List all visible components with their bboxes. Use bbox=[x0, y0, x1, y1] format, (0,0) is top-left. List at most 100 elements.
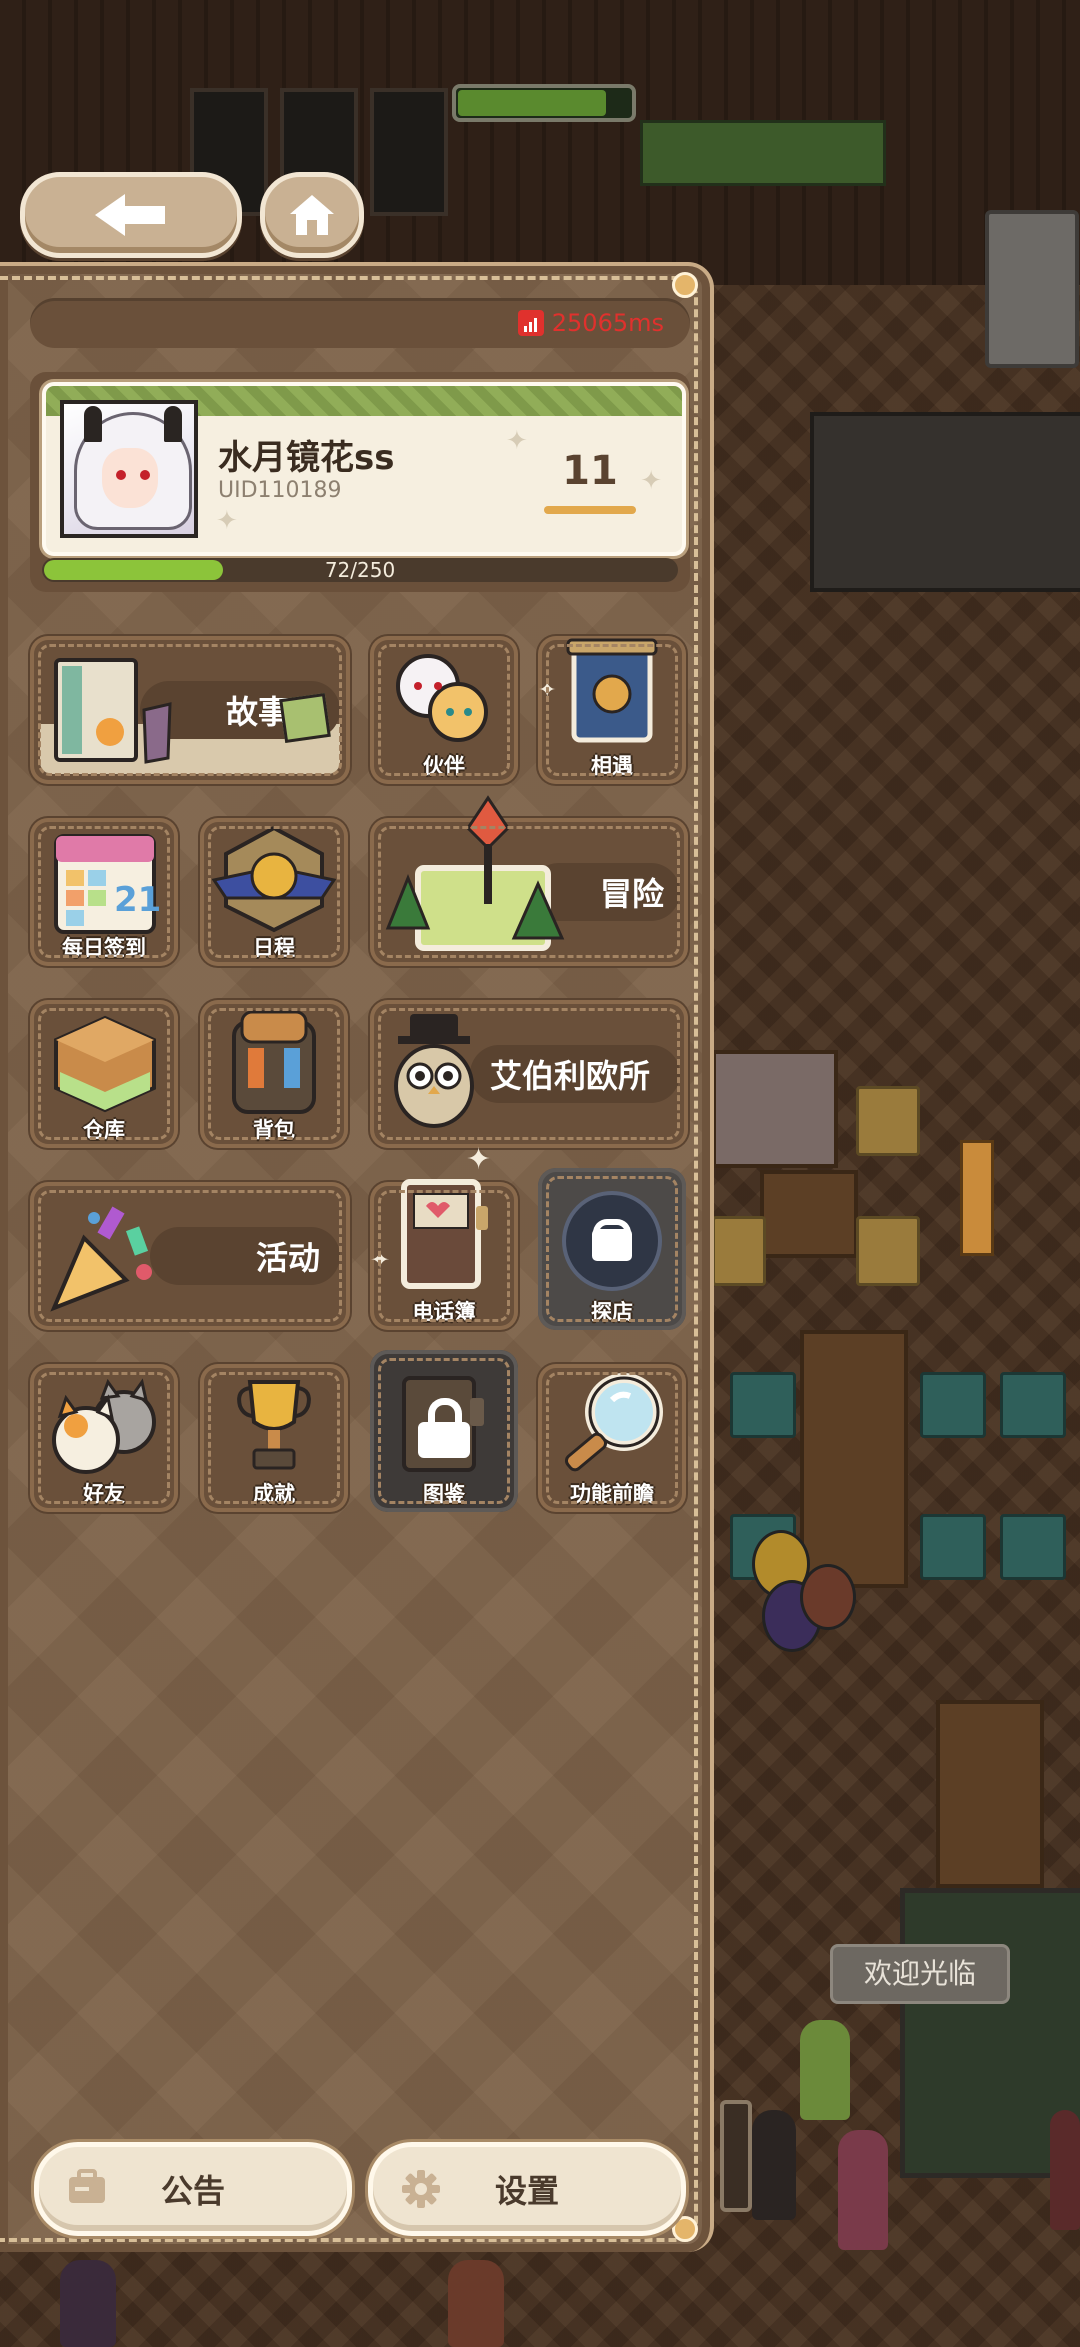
panel-collapse-handle[interactable] bbox=[720, 2100, 752, 2212]
ping-value: 25065ms bbox=[551, 309, 664, 337]
cafe-chair bbox=[1000, 1372, 1066, 1438]
announcement-label: 公告 bbox=[160, 2172, 225, 2210]
story-tile[interactable]: 故事 bbox=[30, 636, 350, 784]
sparkle-icon: ✦ bbox=[370, 1246, 391, 1274]
welcome-speech-bubble: 欢迎光临 bbox=[830, 1944, 1010, 2004]
cafe-chair bbox=[856, 1086, 920, 1156]
level-underline bbox=[544, 506, 636, 514]
adventure-tile[interactable]: 冒险 bbox=[370, 795, 688, 966]
partner-tile[interactable]: 伙伴 bbox=[370, 636, 518, 784]
green-card-icon bbox=[279, 693, 331, 743]
partner-label: 伙伴 bbox=[423, 754, 465, 778]
encounter-banner-icon bbox=[566, 638, 658, 743]
achievements-label: 成就 bbox=[253, 1482, 295, 1506]
phonebook-icon bbox=[401, 1179, 488, 1289]
activity-tile[interactable]: 活动 bbox=[30, 1182, 350, 1330]
player-name: 水月镜花ss bbox=[218, 438, 395, 478]
player-profile[interactable]: 水月镜花ss UID110189 ✦ ✦ ✦ 11 72/250 bbox=[30, 372, 690, 592]
xp-progress-bar: 72/250 bbox=[42, 558, 678, 582]
washing-machine bbox=[985, 210, 1079, 368]
cafe-chair bbox=[712, 1216, 766, 1286]
adventure-map-pinwheel-icon bbox=[385, 795, 565, 951]
backpack-icon bbox=[232, 1010, 316, 1114]
book-cat-icon bbox=[54, 658, 172, 764]
wall-clock-sign bbox=[712, 1050, 838, 1168]
partner-characters-icon bbox=[396, 654, 488, 742]
balloon bbox=[800, 1564, 856, 1630]
party-popper-icon bbox=[50, 1206, 152, 1312]
backpack-label: 背包 bbox=[253, 1118, 295, 1142]
warehouse-crate-icon bbox=[54, 1015, 156, 1113]
scene-progress-bar bbox=[452, 84, 636, 122]
sparkle-icon: ✦ bbox=[466, 1142, 492, 1177]
owl-detective-icon bbox=[394, 1014, 474, 1128]
ping-indicator: 25065ms bbox=[517, 298, 664, 348]
gear-icon bbox=[402, 2170, 440, 2208]
home-icon bbox=[290, 195, 334, 235]
lock-icon bbox=[414, 1397, 474, 1458]
magnifier-icon bbox=[564, 1373, 663, 1472]
adventure-label: 冒险 bbox=[600, 875, 665, 913]
daily-signin-label: 每日签到 bbox=[62, 936, 146, 960]
settings-label: 设置 bbox=[494, 2172, 559, 2210]
warehouse-tile[interactable]: 仓库 bbox=[30, 1000, 178, 1148]
home-button[interactable] bbox=[260, 172, 364, 258]
npc-character bbox=[1050, 2110, 1080, 2230]
gallery-tile-locked[interactable]: 图鉴 bbox=[370, 1350, 518, 1512]
explore-shop-tile-locked[interactable]: 探店 bbox=[538, 1168, 686, 1330]
phonebook-tile[interactable]: ✦ ✦ 电话簿 bbox=[370, 1142, 518, 1330]
cafe-chair bbox=[856, 1216, 920, 1286]
settings-button[interactable]: 设置 bbox=[368, 2142, 686, 2236]
sparkle-icon: ✦ bbox=[538, 678, 557, 703]
office-label: 艾伯利欧所 bbox=[490, 1057, 651, 1095]
avatar[interactable] bbox=[60, 400, 198, 538]
schedule-medal-icon bbox=[212, 825, 336, 933]
cafe-chair bbox=[730, 1372, 796, 1438]
long-table bbox=[800, 1330, 908, 1588]
xp-text: 72/250 bbox=[324, 558, 396, 582]
sparkle-icon: ✦ bbox=[640, 466, 662, 496]
sparkle-icon: ✦ bbox=[216, 506, 238, 536]
panel-corner-decoration bbox=[672, 272, 698, 298]
cafe-chair bbox=[920, 1514, 986, 1580]
activity-label: 活动 bbox=[256, 1239, 321, 1277]
announcement-button[interactable]: 公告 bbox=[34, 2142, 352, 2236]
bookshelf bbox=[936, 1700, 1044, 1888]
lock-icon-body bbox=[592, 1228, 632, 1261]
daily-signin-tile[interactable]: 21 每日签到 bbox=[30, 818, 178, 966]
wall-poster bbox=[370, 88, 448, 216]
achievements-tile[interactable]: 成就 bbox=[200, 1364, 348, 1512]
signal-bars-icon bbox=[517, 310, 544, 336]
profile-card[interactable]: 水月镜花ss UID110189 ✦ ✦ ✦ 11 bbox=[42, 382, 686, 556]
feature-preview-label: 功能前瞻 bbox=[570, 1482, 654, 1506]
wall-shelf bbox=[640, 120, 886, 186]
network-status-bar: 25065ms bbox=[30, 298, 690, 348]
back-button[interactable] bbox=[20, 172, 242, 258]
npc-character bbox=[448, 2260, 504, 2347]
encounter-label: 相遇 bbox=[591, 754, 633, 778]
cafe-table bbox=[760, 1170, 858, 1258]
trophy-icon bbox=[237, 1380, 311, 1470]
cafe-chair bbox=[1000, 1514, 1066, 1580]
briefcase-icon bbox=[69, 2169, 105, 2203]
friends-label: 好友 bbox=[83, 1482, 125, 1506]
npc-character bbox=[800, 2020, 850, 2120]
kitchen-counter bbox=[810, 412, 1080, 592]
schedule-tile[interactable]: 日程 bbox=[200, 818, 348, 966]
backpack-tile[interactable]: 背包 bbox=[200, 1000, 348, 1148]
floor-lamp bbox=[960, 1140, 994, 1256]
sparkle-icon: ✦ bbox=[506, 426, 528, 456]
office-tile[interactable]: 艾伯利欧所 bbox=[370, 1000, 688, 1148]
npc-character bbox=[838, 2130, 888, 2250]
cats-friends-icon bbox=[52, 1378, 156, 1474]
warehouse-label: 仓库 bbox=[83, 1118, 125, 1142]
friends-tile[interactable]: 好友 bbox=[30, 1364, 178, 1512]
encounter-tile[interactable]: ✦ 相遇 bbox=[538, 636, 686, 784]
player-uid: UID110189 bbox=[218, 478, 342, 503]
npc-character bbox=[60, 2260, 116, 2347]
player-level: 11 bbox=[562, 448, 618, 494]
npc-character bbox=[752, 2110, 796, 2220]
cafe-chair bbox=[920, 1372, 986, 1438]
feature-preview-tile[interactable]: 功能前瞻 bbox=[538, 1364, 686, 1512]
gallery-label: 图鉴 bbox=[423, 1482, 465, 1506]
